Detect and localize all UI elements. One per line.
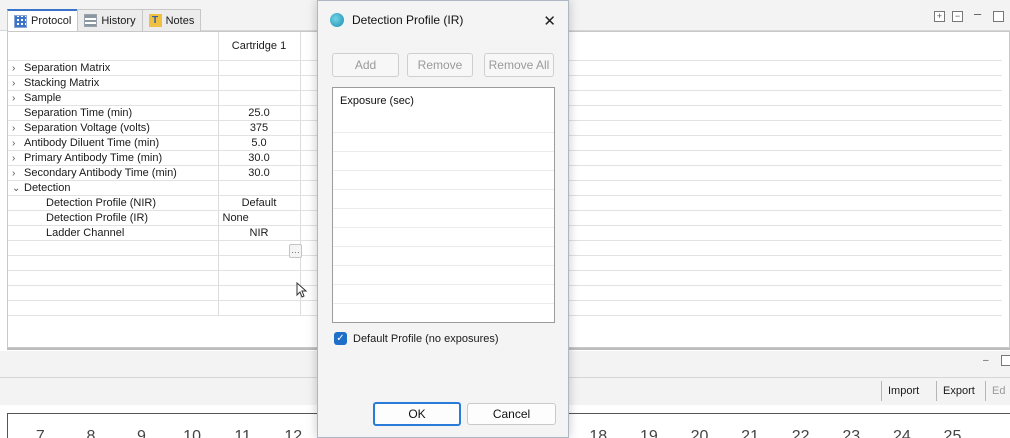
chevron-right-icon[interactable]: › — [12, 63, 24, 74]
row-value[interactable] — [218, 60, 301, 76]
row-label: Primary Antibody Time (min) — [24, 151, 163, 164]
row-value[interactable]: 25.0 — [218, 105, 301, 121]
ok-button[interactable]: OK — [373, 402, 461, 426]
capillary-number: 20 — [690, 428, 709, 438]
expand-all-icon[interactable]: + — [934, 11, 945, 22]
default-profile-checkbox[interactable]: ✓ Default Profile (no exposures) — [334, 332, 499, 345]
lower-pane-minimize-icon[interactable]: – — [983, 355, 989, 366]
column-header-cartridge: Cartridge 1 — [218, 32, 301, 61]
edit-button[interactable]: Ed — [985, 381, 1010, 401]
collapse-all-icon[interactable]: − — [952, 11, 963, 22]
chevron-right-icon[interactable]: › — [12, 138, 24, 149]
close-icon[interactable]: ✕ — [543, 12, 556, 30]
row-value[interactable] — [218, 90, 301, 106]
row-label: Stacking Matrix — [24, 76, 100, 89]
row-label: Separation Voltage (volts) — [24, 121, 150, 134]
capillary-number: 24 — [892, 428, 911, 438]
row-label: Detection Profile (NIR) — [8, 195, 219, 211]
chevron-right-icon[interactable]: › — [12, 78, 24, 89]
tab-history[interactable]: History — [77, 9, 143, 31]
row-label: Secondary Antibody Time (min) — [24, 166, 177, 179]
lower-pane-maximize-icon[interactable] — [1001, 355, 1010, 369]
capillary-number: 9 — [137, 428, 146, 438]
row-label: Ladder Channel — [8, 225, 219, 241]
minimize-icon[interactable]: – — [974, 6, 981, 21]
app-logo-icon — [330, 13, 344, 27]
row-value[interactable] — [218, 75, 301, 91]
capillary-number: 25 — [943, 428, 962, 438]
row-label: Separation Matrix — [24, 61, 111, 74]
maximize-icon[interactable] — [993, 11, 1004, 25]
row-label: Sample — [24, 91, 62, 104]
checkbox-checked-icon[interactable]: ✓ — [334, 332, 347, 345]
row-value[interactable]: Default — [218, 195, 301, 211]
row-label: Antibody Diluent Time (min) — [24, 136, 160, 149]
capillary-number: 21 — [741, 428, 759, 438]
cancel-button[interactable]: Cancel — [467, 403, 556, 425]
exposure-list[interactable]: Exposure (sec) — [332, 87, 555, 323]
capillary-number: 22 — [791, 428, 810, 438]
export-button[interactable]: Export — [936, 381, 981, 401]
row-label: Detection — [24, 181, 71, 194]
dialog-title-bar: Detection Profile (IR) ✕ — [318, 1, 568, 39]
capillary-number: 18 — [589, 428, 608, 438]
tab-protocol-label: Protocol — [31, 15, 72, 27]
capillary-number: 12 — [284, 428, 303, 438]
capillary-number: 19 — [639, 428, 658, 438]
chevron-right-icon[interactable]: › — [12, 168, 24, 179]
row-value[interactable]: 30.0 — [218, 165, 301, 181]
add-button[interactable]: Add — [332, 53, 399, 77]
row-value[interactable]: 375 — [218, 120, 301, 136]
import-button[interactable]: Import — [881, 381, 925, 401]
chevron-right-icon[interactable]: › — [12, 93, 24, 104]
capillary-number: 11 — [234, 428, 251, 438]
capillary-numbers-left: 7 8 9 10 11 12 — [15, 428, 319, 438]
notes-icon: T — [148, 14, 162, 27]
row-value[interactable] — [218, 180, 301, 196]
chevron-down-icon[interactable]: ⌄ — [12, 183, 24, 194]
exposure-list-header: Exposure (sec) — [340, 95, 414, 107]
capillary-number: 10 — [183, 428, 201, 438]
row-value[interactable]: 5.0 — [218, 135, 301, 151]
chevron-right-icon[interactable]: › — [12, 153, 24, 164]
tab-notes-label: Notes — [165, 14, 195, 27]
mouse-cursor-icon — [296, 282, 308, 298]
table-header-blank — [8, 32, 219, 61]
default-profile-label: Default Profile (no exposures) — [353, 332, 499, 345]
dialog-title: Detection Profile (IR) — [352, 13, 464, 27]
chevron-right-icon[interactable]: › — [12, 123, 24, 134]
row-value[interactable]: None — [218, 210, 301, 226]
tab-history-label: History — [101, 14, 136, 27]
detection-profile-ir-browse-button[interactable]: … — [289, 244, 302, 258]
row-label: Detection Profile (IR) — [8, 210, 219, 226]
grid-icon — [14, 14, 27, 28]
remove-button[interactable]: Remove — [407, 53, 473, 77]
history-icon — [84, 14, 98, 27]
tab-protocol[interactable]: Protocol — [7, 9, 79, 31]
row-value[interactable]: NIR — [218, 225, 301, 241]
row-value[interactable]: 30.0 — [218, 150, 301, 166]
editor-tabs: Protocol History T Notes — [7, 9, 202, 31]
capillary-number: 8 — [86, 428, 96, 438]
row-label: Separation Time (min) — [24, 106, 133, 119]
capillary-number: 23 — [842, 428, 861, 438]
detection-profile-dialog: Detection Profile (IR) ✕ Add Remove Remo… — [317, 0, 569, 438]
remove-all-button[interactable]: Remove All — [484, 53, 554, 77]
capillary-numbers-right: 18 19 20 21 22 23 24 25 — [573, 428, 978, 438]
tab-notes[interactable]: T Notes — [141, 9, 202, 31]
capillary-number: 7 — [35, 428, 45, 438]
